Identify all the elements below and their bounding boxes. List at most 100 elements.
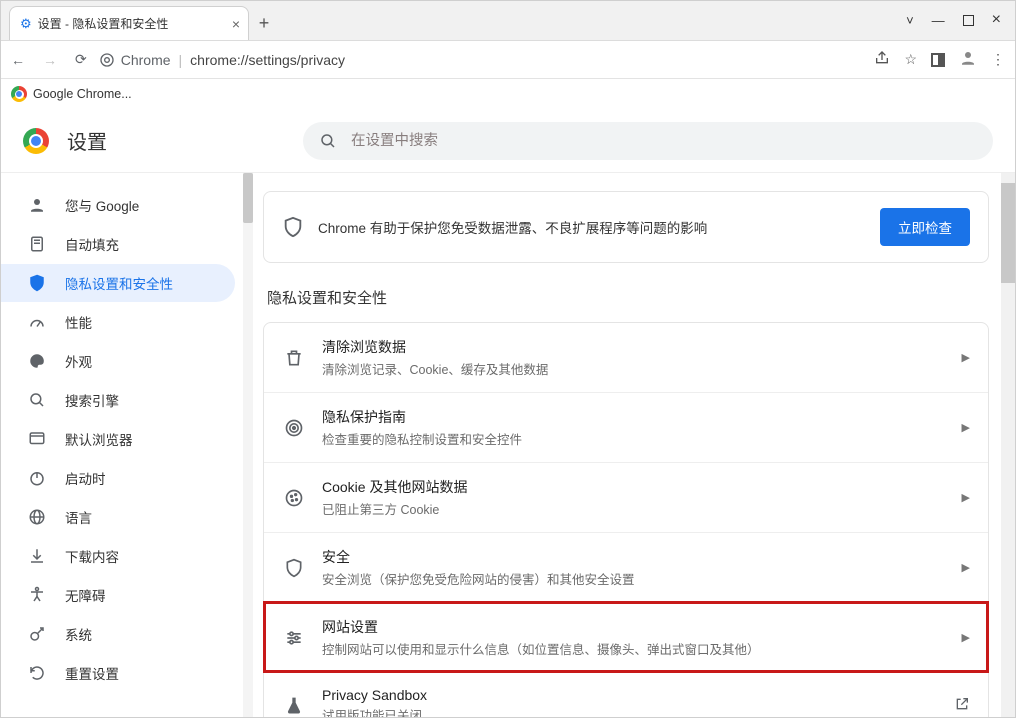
address-bar: ← → ⟳ Chrome | chrome://settings/privacy… bbox=[1, 41, 1015, 79]
row-subtitle: 试用版功能已关闭 bbox=[322, 705, 938, 717]
nav-reload-icon[interactable]: ⟳ bbox=[75, 51, 87, 68]
sidebar-item-you[interactable]: 您与 Google bbox=[1, 186, 235, 224]
settings-page: 设置 您与 Google自动填充隐私设置和安全性性能外观搜索引擎默认浏览器启动时… bbox=[1, 109, 1015, 717]
settings-sidebar: 您与 Google 自动填充隐私设置和安全性性能外观搜索引擎默认浏览器启动时语言下… bbox=[1, 173, 253, 717]
row-title: 清除浏览数据 bbox=[322, 337, 946, 357]
sandbox-icon bbox=[282, 696, 306, 716]
clear-icon bbox=[282, 348, 306, 368]
nav-back-icon[interactable]: ← bbox=[11, 52, 25, 68]
row-title: 网站设置 bbox=[322, 617, 946, 637]
sidebar-item-autofill[interactable]: 自动填充 bbox=[1, 225, 235, 263]
window-maximize-icon[interactable] bbox=[963, 15, 974, 26]
kebab-menu-icon[interactable]: ⋮ bbox=[991, 51, 1005, 68]
bookmarks-bar: Google Chrome... bbox=[1, 79, 1015, 109]
sidebar-item-label: 搜索引擎 bbox=[65, 390, 119, 410]
chevron-down-icon[interactable]: ˅ bbox=[906, 13, 914, 28]
perf-icon bbox=[27, 313, 47, 331]
chevron-right-icon: ▶ bbox=[962, 491, 970, 504]
row-subtitle: 清除浏览记录、Cookie、缓存及其他数据 bbox=[322, 359, 946, 378]
sidebar-item-label: 外观 bbox=[65, 351, 92, 371]
privacy-icon bbox=[27, 274, 47, 292]
privacy-row-guide[interactable]: 隐私保护指南检查重要的隐私控制设置和安全控件▶ bbox=[264, 392, 988, 462]
a11y-icon bbox=[27, 586, 47, 604]
safety-banner: Chrome 有助于保护您免受数据泄露、不良扩展程序等问题的影响 立即检查 bbox=[263, 191, 989, 263]
row-subtitle: 已阻止第三方 Cookie bbox=[322, 499, 946, 518]
main-scrollbar[interactable] bbox=[1001, 173, 1015, 717]
bookmark-star-icon[interactable]: ☆ bbox=[904, 51, 917, 68]
sidebar-item-label: 自动填充 bbox=[65, 234, 119, 254]
window-controls: ˅ — × bbox=[892, 0, 1015, 40]
browser-window: ⚙ 设置 - 隐私设置和安全性 × + ˅ — × ← → ⟳ Chrome |… bbox=[0, 0, 1016, 718]
sidebar-item-default[interactable]: 默认浏览器 bbox=[1, 420, 235, 458]
row-title: Privacy Sandbox bbox=[322, 687, 938, 703]
search-icon bbox=[319, 132, 337, 150]
chrome-badge-icon bbox=[99, 52, 115, 68]
chrome-chip-label: Chrome bbox=[121, 52, 171, 68]
tab-title: 设置 - 隐私设置和安全性 bbox=[38, 15, 169, 32]
language-icon bbox=[27, 508, 47, 526]
chevron-right-icon bbox=[954, 696, 970, 715]
default-icon bbox=[27, 430, 47, 448]
sidebar-item-label: 下载内容 bbox=[65, 546, 119, 566]
sidebar-item-label: 重置设置 bbox=[65, 663, 119, 683]
settings-header: 设置 bbox=[1, 109, 1015, 173]
sidebar-item-startup[interactable]: 启动时 bbox=[1, 459, 235, 497]
sidebar-item-perf[interactable]: 性能 bbox=[1, 303, 235, 341]
cookies-icon bbox=[282, 488, 306, 508]
sidebar-item-downloads[interactable]: 下载内容 bbox=[1, 537, 235, 575]
row-subtitle: 控制网站可以使用和显示什么信息（如位置信息、摄像头、弹出式窗口及其他） bbox=[322, 639, 946, 658]
safety-check-button[interactable]: 立即检查 bbox=[880, 208, 970, 246]
search-input[interactable] bbox=[349, 132, 977, 150]
sidebar-item-label: 无障碍 bbox=[65, 585, 106, 605]
safety-banner-text: Chrome 有助于保护您免受数据泄露、不良扩展程序等问题的影响 bbox=[318, 217, 707, 237]
omnibox[interactable]: Chrome | chrome://settings/privacy bbox=[99, 52, 863, 68]
startup-icon bbox=[27, 469, 47, 487]
row-title: 安全 bbox=[322, 547, 946, 567]
sidebar-item-language[interactable]: 语言 bbox=[1, 498, 235, 536]
profile-avatar-icon[interactable] bbox=[959, 49, 977, 70]
section-title: 隐私设置和安全性 bbox=[267, 287, 989, 308]
new-tab-button[interactable]: + bbox=[249, 13, 279, 40]
chrome-logo-icon bbox=[11, 86, 27, 102]
bookmark-item[interactable]: Google Chrome... bbox=[33, 87, 132, 101]
sidebar-item-a11y[interactable]: 无障碍 bbox=[1, 576, 235, 614]
reset-icon bbox=[27, 664, 47, 682]
sidebar-item-system[interactable]: 系统 bbox=[1, 615, 235, 653]
browser-tab-settings[interactable]: ⚙ 设置 - 隐私设置和安全性 × bbox=[9, 6, 249, 40]
share-icon[interactable] bbox=[874, 50, 890, 69]
privacy-row-sandbox[interactable]: Privacy Sandbox 试用版功能已关闭 bbox=[264, 672, 988, 717]
chevron-right-icon: ▶ bbox=[962, 561, 970, 574]
you-icon bbox=[27, 196, 47, 214]
sidebar-item-reset[interactable]: 重置设置 bbox=[1, 654, 235, 692]
privacy-list: 清除浏览数据清除浏览记录、Cookie、缓存及其他数据▶隐私保护指南检查重要的隐… bbox=[263, 322, 989, 717]
privacy-row-cookies[interactable]: Cookie 及其他网站数据已阻止第三方 Cookie ▶ bbox=[264, 462, 988, 532]
system-icon bbox=[27, 625, 47, 643]
privacy-row-clear[interactable]: 清除浏览数据清除浏览记录、Cookie、缓存及其他数据▶ bbox=[264, 323, 988, 392]
privacy-row-site[interactable]: 网站设置控制网站可以使用和显示什么信息（如位置信息、摄像头、弹出式窗口及其他） ▶ bbox=[264, 602, 988, 672]
site-icon bbox=[282, 628, 306, 648]
row-subtitle: 检查重要的隐私控制设置和安全控件 bbox=[322, 429, 946, 448]
chevron-right-icon: ▶ bbox=[962, 421, 970, 434]
sidebar-item-appearance[interactable]: 外观 bbox=[1, 342, 235, 380]
privacy-row-security[interactable]: 安全安全浏览（保护您免受危险网站的侵害）和其他安全设置 ▶ bbox=[264, 532, 988, 602]
settings-main: Chrome 有助于保护您免受数据泄露、不良扩展程序等问题的影响 立即检查 隐私… bbox=[253, 173, 1015, 717]
window-close-icon[interactable]: × bbox=[992, 11, 1001, 29]
sidepanel-icon[interactable] bbox=[931, 53, 945, 67]
window-minimize-icon[interactable]: — bbox=[932, 13, 945, 28]
sidebar-item-label: 语言 bbox=[65, 507, 92, 527]
row-subtitle: 安全浏览（保护您免受危险网站的侵害）和其他安全设置 bbox=[322, 569, 946, 588]
divider: | bbox=[179, 52, 183, 68]
sidebar-item-search[interactable]: 搜索引擎 bbox=[1, 381, 235, 419]
row-title: Cookie 及其他网站数据 bbox=[322, 477, 946, 497]
chevron-right-icon: ▶ bbox=[962, 631, 970, 644]
window-titlebar: ⚙ 设置 - 隐私设置和安全性 × + ˅ — × bbox=[1, 1, 1015, 41]
sidebar-item-label: 您与 Google bbox=[65, 195, 139, 215]
settings-search[interactable] bbox=[303, 122, 993, 160]
security-icon bbox=[282, 558, 306, 578]
close-tab-icon[interactable]: × bbox=[232, 16, 240, 32]
sidebar-item-privacy[interactable]: 隐私设置和安全性 bbox=[1, 264, 235, 302]
sidebar-scrollbar[interactable] bbox=[243, 173, 253, 717]
sidebar-item-label: 默认浏览器 bbox=[65, 429, 133, 449]
url-text: chrome://settings/privacy bbox=[190, 52, 345, 68]
nav-forward-icon: → bbox=[43, 52, 57, 68]
